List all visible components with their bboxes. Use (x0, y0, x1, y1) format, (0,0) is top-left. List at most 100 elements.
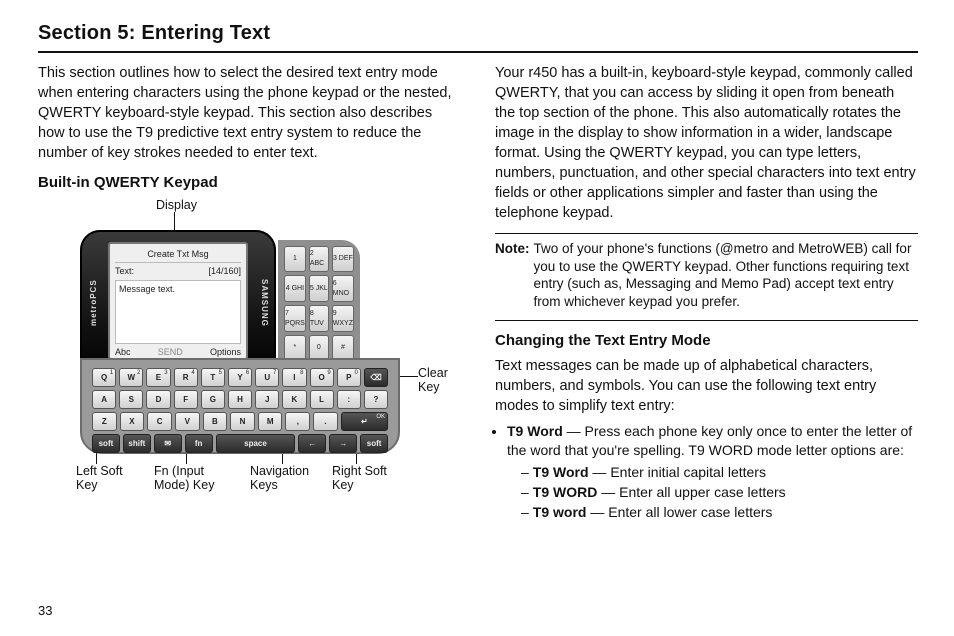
qwerty-key: V (175, 412, 200, 431)
qwerty-key: ← (298, 434, 326, 453)
phone-numpad: 1 2 ABC 3 DEF 4 GHI 5 JKL 6 MNO 7 PQRS 8… (278, 240, 360, 368)
qwerty-key: . (313, 412, 338, 431)
screen-row: Text: [14/160] (115, 265, 241, 277)
key-row: softshift✉fnspace←→soft (92, 434, 388, 453)
t9-text: — Press each phone key only once to ente… (507, 423, 912, 458)
qwerty-key: H (228, 390, 252, 409)
screen-softkeys: Abc SEND Options (115, 346, 241, 358)
mode-subhead: Changing the Text Entry Mode (495, 331, 918, 352)
numpad-key: 8 TUV (309, 305, 329, 332)
callout-fn: Fn (Input Mode) Key (154, 464, 226, 493)
callout-nav: Navigation Keys (250, 464, 320, 493)
screen-body: Message text. (115, 280, 241, 344)
screen-title: Create Txt Msg (115, 248, 241, 263)
title-rule (38, 51, 918, 53)
qwerty-key: ↵OK (341, 412, 388, 431)
qwerty-figure: Display Clear Key Left Soft Key Fn (Inpu… (36, 198, 456, 498)
numpad-key: 6 MNO (332, 275, 354, 302)
screen-softkey-left: Abc (115, 346, 131, 358)
phone-illustration: metroPCS SAMSUNG Create Txt Msg Text: [1… (80, 230, 400, 452)
t9-option-name: T9 WORD (533, 484, 598, 500)
screen-softkey-right: Options (210, 346, 241, 358)
qwerty-key: , (285, 412, 310, 431)
numpad-key: 2 ABC (309, 246, 329, 273)
numpad-key: 9 WXYZ (332, 305, 354, 332)
qwerty-key: R4 (174, 368, 198, 387)
qwerty-key: shift (123, 434, 151, 453)
qwerty-key: space (216, 434, 296, 453)
note-label: Note: (495, 240, 534, 310)
qwerty-key: P0 (337, 368, 361, 387)
qwerty-key: Y6 (228, 368, 252, 387)
qwerty-key: soft (360, 434, 388, 453)
key-row: Q1W2E3R4T5Y6U7I8O9P0⌫ (92, 368, 388, 387)
note-block: Note: Two of your phone's functions (@me… (495, 240, 918, 310)
qwerty-key: G (201, 390, 225, 409)
t9-option: –T9 word — Enter all lower case letters (521, 503, 918, 522)
qwerty-description: Your r450 has a built-in, keyboard-style… (495, 63, 918, 223)
qwerty-key: Q1 (92, 368, 116, 387)
t9-options: –T9 Word — Enter initial capital letters… (521, 463, 918, 523)
qwerty-key: K (282, 390, 306, 409)
qwerty-key: W2 (119, 368, 143, 387)
qwerty-key: Z (92, 412, 117, 431)
intro-paragraph: This section outlines how to select the … (38, 63, 461, 163)
screen-softkey-center: SEND (158, 346, 183, 358)
t9-option: –T9 Word — Enter initial capital letters (521, 463, 918, 482)
callout-display: Display (156, 198, 197, 212)
qwerty-key: S (119, 390, 143, 409)
qwerty-key: ✉ (154, 434, 182, 453)
note-rule-bottom (495, 320, 918, 321)
qwerty-key: F (174, 390, 198, 409)
note-rule-top (495, 233, 918, 234)
key-row: ASDFGHJKL:? (92, 390, 388, 409)
qwerty-key: C (147, 412, 172, 431)
screen-char-count: [14/160] (208, 265, 241, 277)
phone-upper: metroPCS SAMSUNG Create Txt Msg Text: [1… (80, 230, 276, 378)
qwerty-key: T5 (201, 368, 225, 387)
t9-label: T9 Word (507, 423, 563, 439)
qwerty-key: : (337, 390, 361, 409)
note-text: Two of your phone's functions (@metro an… (534, 240, 919, 310)
mode-bullet-list: T9 Word — Press each phone key only once… (495, 422, 918, 523)
qwerty-key: O9 (310, 368, 334, 387)
t9-bullet: T9 Word — Press each phone key only once… (507, 422, 918, 523)
qwerty-key: X (120, 412, 145, 431)
qwerty-key: A (92, 390, 116, 409)
key-row: ZXCVBNM,.↵OK (92, 412, 388, 431)
qwerty-key: B (203, 412, 228, 431)
t9-option-name: T9 word (533, 504, 587, 520)
callout-clear: Clear Key (418, 366, 458, 395)
two-column-layout: This section outlines how to select the … (38, 63, 918, 524)
numpad-key: 1 (284, 246, 306, 273)
qwerty-key: M (258, 412, 283, 431)
numpad-key: 3 DEF (332, 246, 354, 273)
qwerty-key: L (310, 390, 334, 409)
qwerty-key: J (255, 390, 279, 409)
t9-option-desc: — Enter all lower case letters (586, 504, 772, 520)
qwerty-key: ? (364, 390, 388, 409)
qwerty-subhead: Built-in QWERTY Keypad (38, 173, 461, 194)
left-column: This section outlines how to select the … (38, 63, 461, 524)
carrier-brand: metroPCS (88, 248, 102, 358)
phone-screen: Create Txt Msg Text: [14/160] Message te… (108, 242, 248, 360)
qwerty-key: E3 (146, 368, 170, 387)
qwerty-key: soft (92, 434, 120, 453)
section-title: Section 5: Entering Text (38, 22, 918, 45)
t9-option-desc: — Enter initial capital letters (589, 464, 766, 480)
page-number: 33 (38, 603, 52, 618)
qwerty-key: fn (185, 434, 213, 453)
qwerty-key: D (146, 390, 170, 409)
numpad-key: 5 JKL (309, 275, 329, 302)
qwerty-keyboard: Q1W2E3R4T5Y6U7I8O9P0⌫ ASDFGHJKL:? ZXCVBN… (80, 358, 400, 454)
numpad-key: 4 GHI (284, 275, 306, 302)
screen-text-label: Text: (115, 265, 134, 277)
qwerty-key: N (230, 412, 255, 431)
right-column: Your r450 has a built-in, keyboard-style… (495, 63, 918, 524)
callout-rightsoft: Right Soft Key (332, 464, 392, 493)
t9-option-desc: — Enter all upper case letters (597, 484, 785, 500)
qwerty-key: → (329, 434, 357, 453)
t9-option: –T9 WORD — Enter all upper case letters (521, 483, 918, 502)
qwerty-key: I8 (282, 368, 306, 387)
numpad-key: 7 PQRS (284, 305, 306, 332)
